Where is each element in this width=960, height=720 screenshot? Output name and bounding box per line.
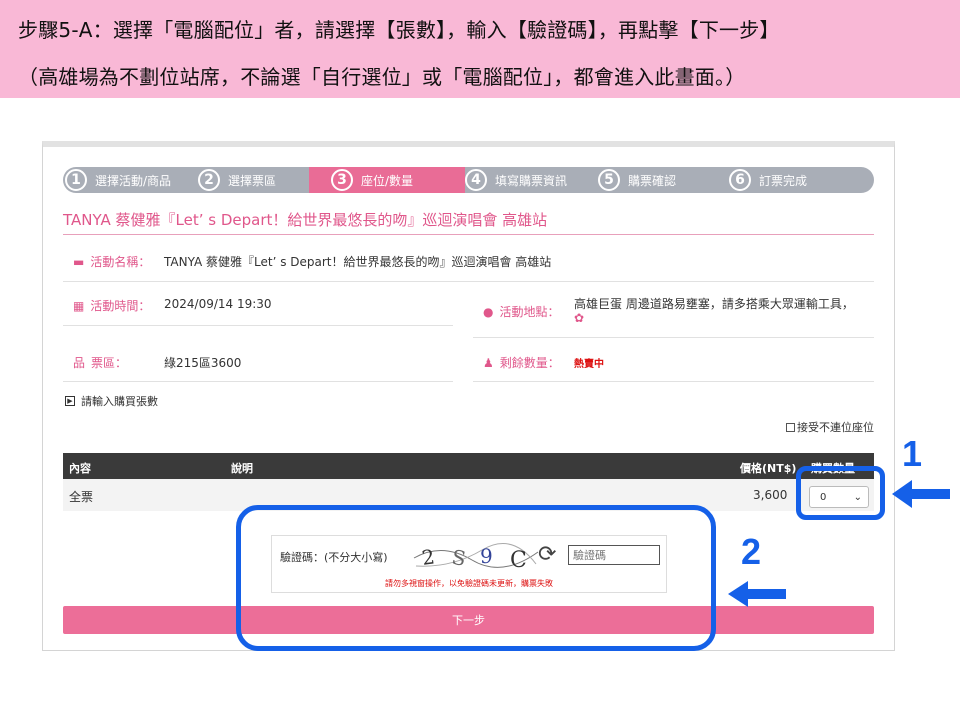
callout-number-2: 2 [741, 531, 762, 572]
step-5: 5 購票確認 [598, 167, 676, 193]
progress-steps: 1 選擇活動/商品 2 選擇票區 3 座位/數量 4 填寫購票資訊 5 購票確認… [63, 167, 874, 193]
event-time-value: 2024/09/14 19:30 [164, 297, 272, 311]
col-content: 內容 [69, 462, 91, 475]
quantity-hint: ▶ 請輸入購買張數 [65, 393, 158, 409]
step-2-label: 選擇票區 [228, 173, 277, 188]
instruction-line-2: （高雄場為不劃位站席，不論選「自行選位」或「電腦配位」，都會進入此畫面。） [18, 65, 746, 89]
event-venue-label: ● 活動地點： [483, 303, 560, 320]
sitemap-icon: 品 [73, 356, 86, 370]
divider [473, 281, 874, 282]
event-venue-value: 高雄巨蛋 周邊道路易壅塞，請多搭乘大眾運輸工具， [574, 297, 854, 311]
event-title: TANYA 蔡健雅『Let’ s Depart！給世界最悠長的吻』巡迴演唱會 高… [63, 209, 874, 235]
map-icon[interactable]: ✿ [574, 311, 584, 325]
step-3: 3 座位/數量 [309, 167, 465, 193]
step-3-number: 3 [331, 169, 353, 191]
instruction-banner: 步驟5-A：選擇「電腦配位」者，請選擇【張數】，輸入【驗證碼】，再點擊【下一步】… [0, 0, 960, 98]
step-4-label: 填寫購票資訊 [495, 173, 568, 188]
step-6-label: 訂票完成 [759, 173, 808, 188]
arrow-left-icon [728, 581, 786, 607]
ticket-zone-label: 品 票區： [73, 354, 127, 371]
play-icon: ▶ [65, 396, 75, 406]
event-name-value: TANYA 蔡健雅『Let’ s Depart！給世界最悠長的吻』巡迴演唱會 高… [164, 255, 552, 269]
divider [473, 337, 874, 338]
col-price: 價格(NT$) [740, 462, 797, 475]
calendar-icon: ▦ [73, 298, 85, 313]
remaining-label: ♟ 剩餘數量： [483, 354, 560, 371]
step-6: 6 訂票完成 [729, 167, 807, 193]
step-4: 4 填寫購票資訊 [465, 167, 567, 193]
ticket-table-header: 內容 說明 價格(NT$) 購買數量 [63, 453, 874, 479]
step-2-number: 2 [198, 169, 220, 191]
row-price: 3,600 [753, 488, 788, 502]
event-name-label: ▬ 活動名稱： [73, 253, 150, 270]
callout-number-1: 1 [902, 433, 923, 474]
step-1: 1 選擇活動/商品 [65, 167, 171, 193]
step-5-number: 5 [598, 169, 620, 191]
accept-non-adjacent[interactable]: 接受不連位座位 [786, 419, 874, 435]
step-2: 2 選擇票區 [198, 167, 276, 193]
step-4-number: 4 [465, 169, 487, 191]
remaining-label-text: 剩餘數量： [499, 356, 560, 370]
event-venue-label-text: 活動地點： [499, 305, 560, 319]
col-desc: 說明 [231, 462, 253, 475]
remaining-value: 熱賣中 [574, 359, 604, 370]
event-time-label: ▦ 活動時間： [73, 297, 150, 314]
ticket-zone-label-text: 票區： [91, 356, 128, 370]
quantity-hint-text: 請輸入購買張數 [81, 395, 158, 408]
location-pin-icon: ● [483, 304, 494, 319]
step-1-number: 1 [65, 169, 87, 191]
step-3-label: 座位/數量 [361, 173, 414, 188]
ticket-icon: ▬ [73, 254, 85, 269]
event-time-label-text: 活動時間： [90, 299, 151, 313]
step-5-label: 購票確認 [628, 173, 677, 188]
ticket-zone-value: 綠215區3600 [164, 356, 242, 370]
instruction-line-1: 步驟5-A：選擇「電腦配位」者，請選擇【張數】，輸入【驗證碼】，再點擊【下一步】 [18, 18, 780, 42]
divider [63, 381, 453, 382]
divider [63, 325, 453, 326]
user-icon: ♟ [483, 355, 494, 370]
row-content: 全票 [69, 490, 94, 504]
accept-checkbox[interactable] [786, 422, 795, 432]
step-1-label: 選擇活動/商品 [95, 173, 172, 188]
arrow-left-icon [892, 480, 950, 508]
callout-box-2 [236, 505, 716, 651]
callout-box-1 [796, 466, 885, 520]
step-6-number: 6 [729, 169, 751, 191]
divider [473, 381, 874, 382]
event-name-label-text: 活動名稱： [90, 255, 151, 269]
accept-label: 接受不連位座位 [797, 421, 874, 434]
